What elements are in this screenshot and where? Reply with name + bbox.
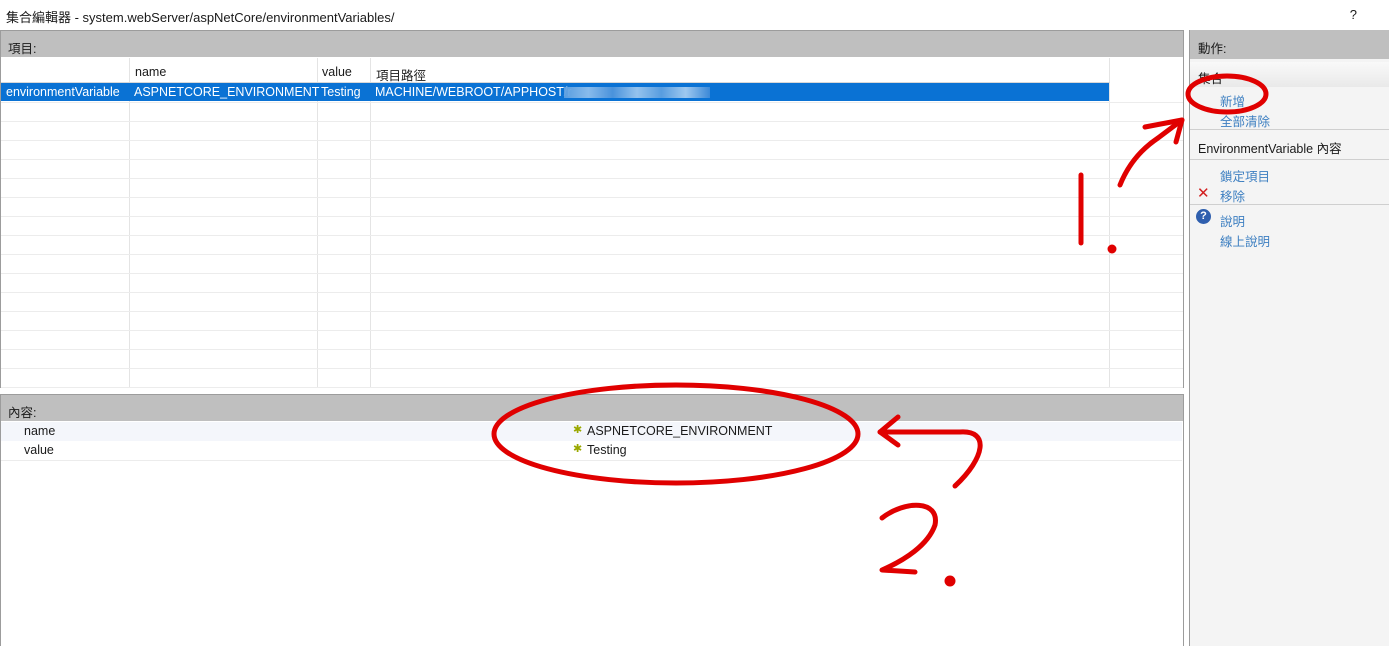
add-link[interactable]: 新增 [1220, 91, 1245, 110]
items-grid[interactable]: name value 項目路徑 [1, 58, 1183, 388]
collection-group: 集合 [1190, 62, 1389, 87]
column-header-value[interactable]: value [322, 65, 352, 79]
properties-header-label: 內容: [8, 406, 37, 420]
help-button[interactable]: ? [1350, 7, 1357, 22]
actions-pane: 動作: 集合 新增 全部清除 EnvironmentVariable 內容 鎖定… [1189, 30, 1389, 646]
property-value-value[interactable]: Testing [587, 443, 627, 457]
property-label-name: name [24, 424, 56, 438]
online-help-link[interactable]: 線上說明 [1220, 231, 1270, 250]
redacted-path-blur [564, 87, 710, 98]
required-icon: ✱ [573, 424, 583, 436]
collection-group-title: 集合 [1198, 72, 1224, 86]
lock-item-link[interactable]: 鎖定項目 [1220, 166, 1270, 185]
actions-header: 動作: [1190, 30, 1389, 59]
items-header-label: 項目: [8, 42, 37, 56]
property-row-value[interactable]: value ✱ Testing [1, 441, 1182, 460]
clear-all-link[interactable]: 全部清除 [1220, 111, 1270, 130]
help-icon: ? [1196, 209, 1211, 224]
item-group-title: EnvironmentVariable 內容 [1198, 142, 1342, 156]
cell-path: MACHINE/WEBROOT/APPHOST/r [375, 85, 572, 99]
table-row-selected[interactable]: environmentVariable ASPNETCORE_ENVIRONME… [1, 83, 1109, 101]
required-icon: ✱ [573, 443, 583, 455]
property-label-value: value [24, 443, 54, 457]
remove-icon: ✕ [1197, 185, 1210, 202]
actions-header-label: 動作: [1198, 42, 1227, 56]
cell-name: ASPNETCORE_ENVIRONMENT [134, 85, 320, 99]
property-row-name[interactable]: name ✱ ASPNETCORE_ENVIRONMENT [1, 422, 1182, 441]
remove-link[interactable]: 移除 [1220, 186, 1245, 205]
items-header: 項目: [1, 31, 1183, 57]
column-header-name[interactable]: name [135, 65, 166, 79]
cell-value: Testing [321, 85, 361, 99]
property-value-name[interactable]: ASPNETCORE_ENVIRONMENT [587, 424, 772, 438]
properties-header: 內容: [1, 395, 1183, 421]
cell-type: environmentVariable [6, 85, 120, 99]
title-bar: 集合編輯器 - system.webServer/aspNetCore/envi… [0, 0, 1389, 30]
window-title: 集合編輯器 - system.webServer/aspNetCore/envi… [6, 10, 395, 25]
column-header-path[interactable]: 項目路徑 [376, 65, 426, 84]
help-link[interactable]: 說明 [1220, 211, 1245, 230]
